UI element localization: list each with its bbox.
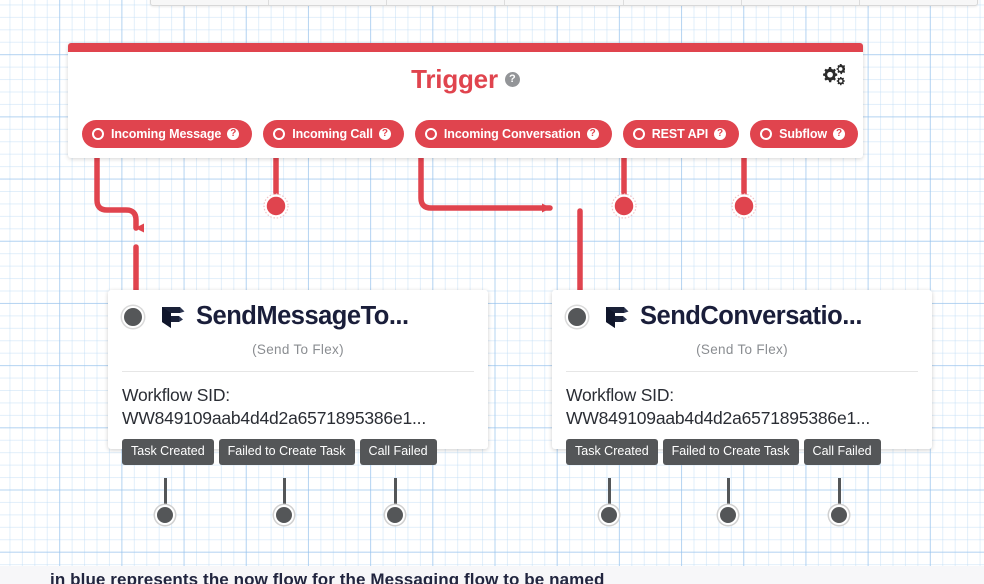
trigger-pill-subflow[interactable]: Subflow ? [750,120,859,148]
help-icon[interactable]: ? [504,71,520,87]
output-dot-failed-to-create-task[interactable] [274,505,294,525]
connector-incoming-message [94,149,144,233]
widget-input-connector[interactable] [566,306,588,328]
page-title: Trigger [411,64,498,94]
widget-outputs: Task Created Failed to Create Task Call … [122,439,437,465]
help-icon[interactable]: ? [378,128,391,140]
workflow-sid-value: WW849109aab4d4d2a6571895386e1... [566,408,871,429]
endpoint-ring-subflow [731,193,757,219]
workflow-sid-value: WW849109aab4d4d2a6571895386e1... [122,408,427,429]
pill-connector-icon [273,128,286,140]
bottom-caption-text: in blue represents the now flow for the … [50,570,605,584]
toolbar-segment[interactable] [860,0,977,5]
pill-connector-icon [760,128,773,140]
trigger-pill-rest-api[interactable]: REST API ? [622,120,740,148]
endpoint-dot-subflow [732,194,756,218]
trigger-pill-label: Incoming Conversation [443,126,581,141]
widget-body: Workflow SID: WW849109aab4d4d2a657189538… [108,372,488,449]
output-dot-call-failed[interactable] [829,505,849,525]
widget-subtitle: (Send To Flex) [696,342,788,357]
widget-body: Workflow SID: WW849109aab4d4d2a657189538… [552,372,932,449]
toolbar-segment[interactable] [151,0,270,5]
widget-subtitle: (Send To Flex) [252,342,344,357]
trigger-pill-incoming-message[interactable]: Incoming Message ? [82,120,253,148]
help-icon[interactable]: ? [227,128,240,140]
widget-header: SendConversatio... [552,290,932,330]
endpoint-ring-rest-api [611,193,637,219]
output-chip-task-created[interactable]: Task Created [122,439,214,465]
help-icon[interactable]: ? [586,128,599,140]
workflow-sid-label: Workflow SID: [566,385,674,405]
workflow-sid-label: Workflow SID: [122,385,230,405]
trigger-pill-label: Subflow [779,126,828,141]
widget-header: SendMessageTo... [108,290,488,330]
trigger-pill-label: Incoming Call [292,126,373,141]
connector-incoming-conversation [418,149,553,213]
widget-outputs: Task Created Failed to Create Task Call … [566,439,881,465]
widget-input-connector[interactable] [122,306,144,328]
widget-send-conversation-to-flex[interactable]: SendConversatio... (Send To Flex) Workfl… [552,290,932,465]
toolbar-segment[interactable] [269,0,388,5]
output-dot-call-failed[interactable] [385,505,405,525]
output-chip-failed-to-create-task[interactable]: Failed to Create Task [662,439,799,465]
output-dot-task-created[interactable] [599,505,619,525]
toolbar-segment[interactable] [624,0,742,5]
trigger-pill-label: REST API [651,126,709,141]
trigger-pill-label: Incoming Message [111,126,222,141]
trigger-title-row: Trigger ? [68,66,863,92]
flex-logo-icon [604,304,631,330]
widget-send-message-to-flex[interactable]: SendMessageTo... (Send To Flex) Workflow… [108,290,488,465]
endpoint-dot-incoming-call [264,194,288,218]
toolbar-segment[interactable] [387,0,506,5]
help-icon[interactable]: ? [714,128,727,140]
output-chip-failed-to-create-task[interactable]: Failed to Create Task [218,439,355,465]
bottom-caption: in blue represents the now flow for the … [0,566,984,584]
output-chip-call-failed[interactable]: Call Failed [803,439,881,465]
widget-title: SendConversatio... [640,304,862,330]
trigger-panel[interactable]: Trigger ? Incoming Message ? Incoming Ca… [68,43,863,158]
output-dot-task-created[interactable] [155,505,175,525]
help-icon[interactable]: ? [833,128,846,140]
endpoint-dot-rest-api [612,194,636,218]
output-dot-failed-to-create-task[interactable] [718,505,738,525]
output-chip-call-failed[interactable]: Call Failed [359,439,437,465]
toolbar-segment[interactable] [505,0,624,5]
pill-connector-icon [424,128,437,140]
endpoint-ring-incoming-call [263,193,289,219]
pill-connector-icon [632,128,645,140]
flex-logo-icon [160,304,187,330]
trigger-pill-incoming-conversation[interactable]: Incoming Conversation ? [414,120,612,148]
top-toolbar[interactable] [150,0,978,6]
flow-canvas[interactable]: Trigger ? Incoming Message ? Incoming Ca… [0,0,984,584]
trigger-pill-incoming-call[interactable]: Incoming Call ? [263,120,404,148]
output-chip-task-created[interactable]: Task Created [566,439,658,465]
toolbar-segment[interactable] [742,0,860,5]
pill-connector-icon [92,128,104,140]
gear-icon[interactable] [817,64,846,90]
trigger-pill-row: Incoming Message ? Incoming Call ? Incom… [82,120,859,148]
widget-title: SendMessageTo... [196,304,409,330]
